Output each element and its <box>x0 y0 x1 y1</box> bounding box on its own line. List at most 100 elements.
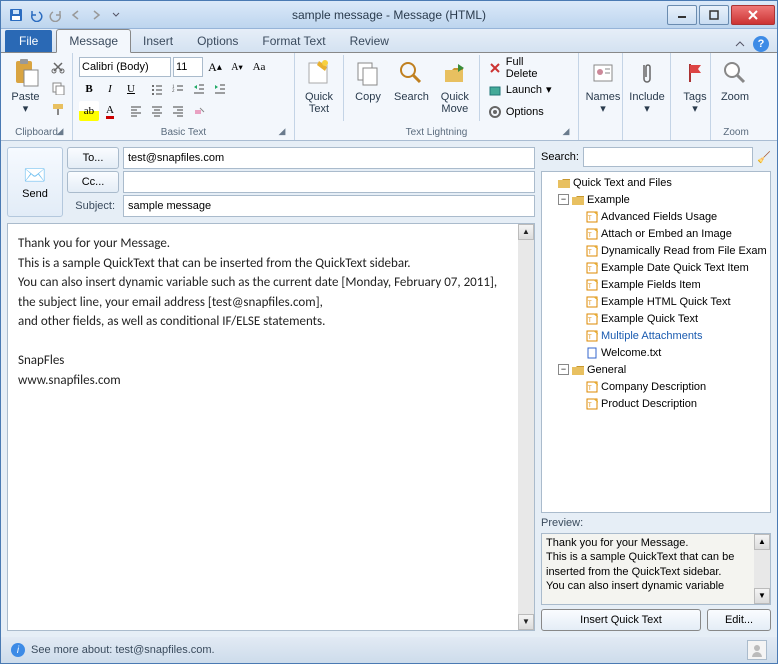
body-scrollbar[interactable]: ▲▼ <box>518 224 534 630</box>
copy-button[interactable]: Copy <box>348 55 388 105</box>
close-button[interactable] <box>731 5 775 25</box>
subject-field[interactable] <box>123 195 535 217</box>
align-right-icon[interactable] <box>168 101 188 121</box>
tree-item[interactable]: TExample HTML Quick Text <box>544 293 768 310</box>
tree-item[interactable]: TExample Fields Item <box>544 276 768 293</box>
quick-text-button[interactable]: Quick Text <box>299 55 339 117</box>
tree-item[interactable]: TAttach or Embed an Image <box>544 225 768 242</box>
format-painter-icon[interactable] <box>48 99 68 119</box>
flag-icon <box>679 57 711 89</box>
include-button[interactable]: Include▾ <box>627 55 667 117</box>
clipboard-launcher-icon[interactable]: ◢ <box>54 126 66 138</box>
change-case-icon[interactable]: Aa <box>249 57 269 77</box>
minimize-button[interactable] <box>667 5 697 25</box>
tree-item[interactable]: TMultiple Attachments <box>544 327 768 344</box>
zoom-button[interactable]: Zoom <box>715 55 755 105</box>
tab-format-text[interactable]: Format Text <box>250 30 337 52</box>
cc-field[interactable] <box>123 171 535 193</box>
bullets-icon[interactable] <box>147 79 167 99</box>
font-family-select[interactable] <box>79 57 171 77</box>
preview-scrollbar[interactable]: ▲▼ <box>754 534 770 604</box>
align-center-icon[interactable] <box>147 101 167 121</box>
tree-item[interactable]: Quick Text and Files <box>544 174 768 191</box>
edit-button[interactable]: Edit... <box>707 609 771 631</box>
align-left-icon[interactable] <box>126 101 146 121</box>
copy-icon[interactable] <box>48 78 68 98</box>
tree-item[interactable]: −General <box>544 361 768 378</box>
maximize-button[interactable] <box>699 5 729 25</box>
clear-search-icon[interactable]: 🧹 <box>757 151 771 164</box>
tags-button[interactable]: Tags▾ <box>675 55 715 117</box>
font-color-icon[interactable]: A <box>100 101 120 121</box>
avatar-icon[interactable] <box>747 640 767 660</box>
zoom-icon <box>719 57 751 89</box>
tree-item[interactable]: TProduct Description <box>544 395 768 412</box>
search-button[interactable]: Search <box>390 55 433 105</box>
options-button[interactable]: Options <box>484 101 562 122</box>
font-size-select[interactable] <box>173 57 203 77</box>
svg-text:2: 2 <box>172 89 175 94</box>
message-body[interactable]: Thank you for your Message. This is a sa… <box>7 223 535 631</box>
tree-item[interactable]: Welcome.txt <box>544 344 768 361</box>
search-input[interactable] <box>583 147 753 167</box>
cut-icon[interactable] <box>48 57 68 77</box>
next-icon[interactable] <box>87 6 105 24</box>
ribbon-expand-icon[interactable] <box>733 37 747 51</box>
tree-item[interactable]: TExample Date Quick Text Item <box>544 259 768 276</box>
full-delete-button[interactable]: Full Delete <box>484 57 562 78</box>
send-button[interactable]: ✉️ Send <box>7 147 63 217</box>
italic-icon[interactable]: I <box>100 79 120 99</box>
insert-quick-text-button[interactable]: Insert Quick Text <box>541 609 701 631</box>
prev-icon[interactable] <box>67 6 85 24</box>
quicktext-tree[interactable]: Quick Text and Files−ExampleTAdvanced Fi… <box>541 171 771 513</box>
svg-text:T: T <box>588 216 592 222</box>
quick-move-button[interactable]: Quick Move <box>435 55 475 117</box>
scroll-down-icon[interactable]: ▼ <box>754 588 770 604</box>
indent-increase-icon[interactable] <box>210 79 230 99</box>
to-button[interactable]: To... <box>67 147 119 169</box>
status-text: See more about: test@snapfiles.com. <box>31 644 215 656</box>
redo-icon[interactable] <box>47 6 65 24</box>
basictext-launcher-icon[interactable]: ◢ <box>276 126 288 138</box>
lightning-launcher-icon[interactable]: ◢ <box>560 126 572 138</box>
grow-font-icon[interactable]: A▴ <box>205 57 225 77</box>
scroll-up-icon[interactable]: ▲ <box>518 224 534 240</box>
lightning-group-label: Text Lightning <box>406 127 468 138</box>
tree-toggle-icon[interactable]: − <box>558 364 569 375</box>
to-field[interactable] <box>123 147 535 169</box>
tree-toggle-icon[interactable]: − <box>558 194 569 205</box>
quick-move-icon <box>439 57 471 89</box>
save-icon[interactable] <box>7 6 25 24</box>
quicktext-icon: T <box>585 296 599 308</box>
title-bar: sample message - Message (HTML) <box>1 1 777 29</box>
clear-formatting-icon[interactable] <box>189 101 209 121</box>
scroll-down-icon[interactable]: ▼ <box>518 614 534 630</box>
tab-insert[interactable]: Insert <box>131 30 185 52</box>
names-button[interactable]: Names▾ <box>583 55 623 117</box>
tree-item[interactable]: TAdvanced Fields Usage <box>544 208 768 225</box>
scroll-up-icon[interactable]: ▲ <box>754 534 770 550</box>
highlight-icon[interactable]: ab <box>79 101 99 121</box>
file-tab[interactable]: File <box>5 30 52 52</box>
bold-icon[interactable]: B <box>79 79 99 99</box>
tree-item[interactable]: TDynamically Read from File Exam <box>544 242 768 259</box>
cc-button[interactable]: Cc... <box>67 171 119 193</box>
tab-review[interactable]: Review <box>338 30 401 52</box>
qat-menu-icon[interactable] <box>107 6 125 24</box>
tree-item[interactable]: TCompany Description <box>544 378 768 395</box>
search-label: Search: <box>541 151 579 163</box>
numbering-icon[interactable]: 12 <box>168 79 188 99</box>
help-icon[interactable]: ? <box>753 36 769 52</box>
clipboard-group-label: Clipboard <box>15 127 58 138</box>
tree-item[interactable]: TExample Quick Text <box>544 310 768 327</box>
shrink-font-icon[interactable]: A▾ <box>227 57 247 77</box>
folder-icon <box>557 177 571 189</box>
undo-icon[interactable] <box>27 6 45 24</box>
indent-decrease-icon[interactable] <box>189 79 209 99</box>
tab-options[interactable]: Options <box>185 30 250 52</box>
tree-item[interactable]: −Example <box>544 191 768 208</box>
launch-button[interactable]: Launch ▾ <box>484 79 562 100</box>
tab-message[interactable]: Message <box>56 29 131 53</box>
paste-button[interactable]: Paste ▾ <box>5 55 46 117</box>
underline-icon[interactable]: U <box>121 79 141 99</box>
